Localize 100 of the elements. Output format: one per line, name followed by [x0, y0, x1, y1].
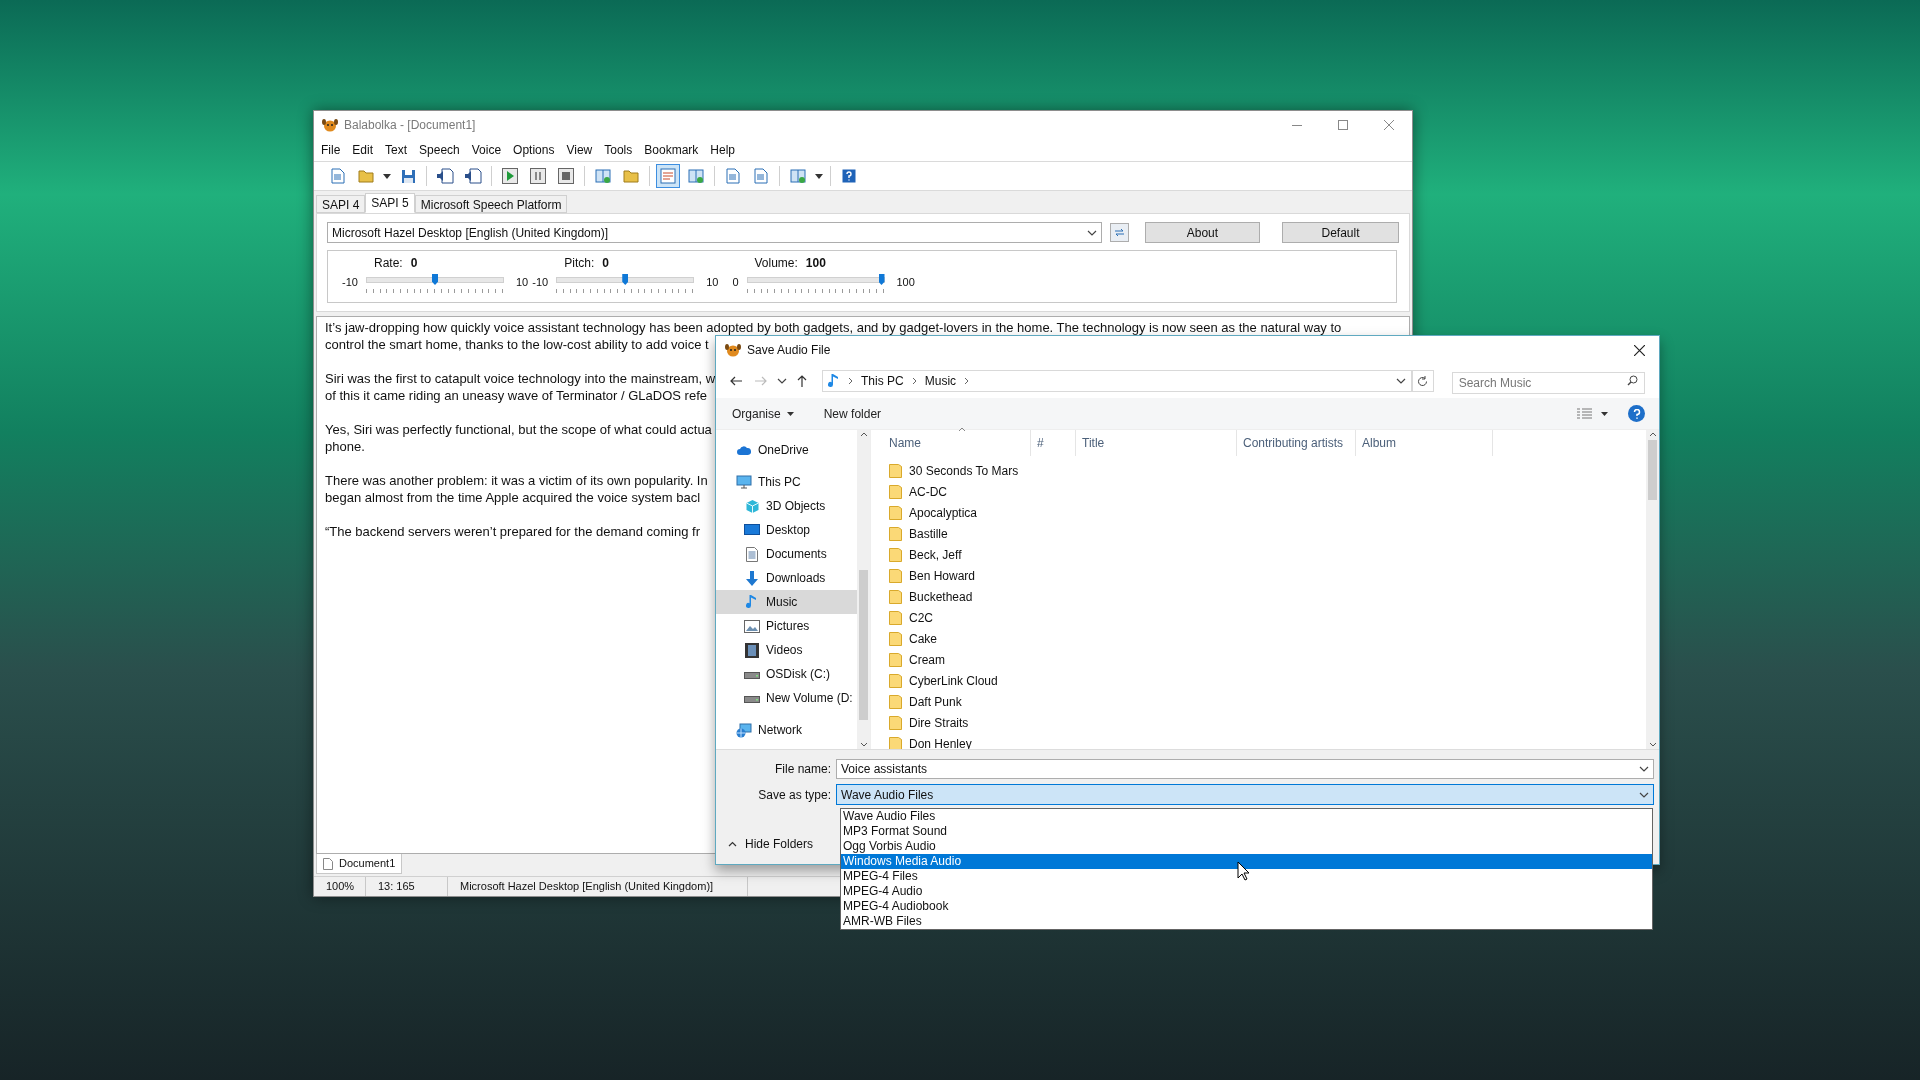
engine-tab[interactable]: SAPI 4 [316, 195, 366, 213]
sidebar-item[interactable]: OSDisk (C:) [716, 662, 857, 686]
folder-row[interactable]: 30 Seconds To Mars [883, 460, 1025, 481]
sidebar-item[interactable]: OneDrive [716, 438, 857, 462]
slider[interactable] [556, 274, 695, 286]
dropdown-option[interactable]: Wave Audio Files [841, 809, 1652, 824]
menu-item[interactable]: File [315, 139, 347, 161]
slider-value: 100 [805, 255, 826, 272]
search-field[interactable]: Search Music [1451, 372, 1645, 394]
sidebar-item[interactable]: 3D Objects [716, 494, 857, 518]
menu-item[interactable]: Options [507, 139, 561, 161]
sidebar-item[interactable]: Desktop [716, 518, 857, 542]
about-button[interactable]: About [1144, 222, 1260, 243]
dropdown-option[interactable]: MPEG-4 Files [841, 869, 1652, 884]
menu-item[interactable]: Voice [465, 139, 508, 161]
dropdown-option[interactable]: AMR-WB Files [841, 914, 1652, 929]
folder-row[interactable]: Dire Straits [883, 712, 975, 733]
stop-icon [558, 168, 574, 184]
breadcrumb-item[interactable]: This PC [861, 372, 904, 390]
menu-item[interactable]: Edit [346, 139, 380, 161]
caret-icon [815, 173, 823, 179]
dropdown-option[interactable]: Windows Media Audio [841, 854, 1652, 869]
toolbar-button[interactable] [656, 164, 680, 188]
dropdown-option[interactable]: MPEG-4 Audio [841, 884, 1652, 899]
folder-row[interactable]: Ben Howard [883, 565, 982, 586]
slider-thumb[interactable] [622, 274, 629, 285]
sidebar-item[interactable]: Documents [716, 542, 857, 566]
scrollbar[interactable] [857, 430, 870, 749]
menu-item[interactable]: View [560, 139, 599, 161]
folder-icon [889, 589, 902, 604]
folder-row[interactable]: Buckethead [883, 586, 979, 607]
chevron-right-icon [911, 377, 917, 385]
drive-icon [744, 669, 760, 679]
folder-row[interactable]: Apocalyptica [883, 502, 984, 523]
folder-row[interactable]: Daft Punk [883, 691, 968, 712]
caret-icon [786, 411, 794, 416]
organise-button[interactable]: Organise [732, 404, 794, 423]
default-button[interactable]: Default [1281, 222, 1399, 243]
up-arrow-icon [797, 375, 808, 387]
sidebar-item[interactable]: Music [716, 590, 857, 614]
text-line: “The backend servers weren’t prepared for the demand coming fr [325, 523, 701, 540]
folder-icon [889, 526, 902, 541]
folder-row[interactable]: C2C [883, 607, 939, 628]
column-header[interactable]: Title [1076, 430, 1237, 456]
desktop-icon [744, 524, 760, 536]
slider[interactable] [746, 274, 885, 286]
document-tab[interactable]: Document1 [316, 854, 403, 874]
scrollbar-thumb[interactable] [1648, 440, 1657, 500]
column-header[interactable]: Album [1356, 430, 1493, 456]
scrollbar-thumb[interactable] [859, 569, 868, 720]
folder-icon [889, 694, 902, 709]
menu-item[interactable]: Bookmark [638, 139, 705, 161]
file-name-field[interactable]: Voice assistants [836, 759, 1654, 779]
sidebar-item[interactable]: Downloads [716, 566, 857, 590]
menu-item[interactable]: Text [379, 139, 414, 161]
engine-tab[interactable]: SAPI 5 [365, 193, 415, 213]
column-header[interactable]: Name [883, 430, 1031, 456]
dropdown-option[interactable]: Ogg Vorbis Audio [841, 839, 1652, 854]
slider-max: 100 [896, 275, 915, 290]
sidebar-item[interactable]: Pictures [716, 614, 857, 638]
new-folder-button[interactable]: New folder [823, 404, 882, 423]
dropdown-option[interactable]: MPEG-4 Audiobook [841, 899, 1652, 914]
voice-dropdown[interactable]: Microsoft Hazel Desktop [English (United Kingdom)] [327, 222, 1103, 243]
minimize-icon [1292, 124, 1302, 126]
sidebar-item[interactable]: Network [716, 718, 857, 742]
scrollbar[interactable] [1646, 430, 1659, 749]
folder-row[interactable]: Cream [883, 649, 951, 670]
sidebar-item[interactable]: This PC [716, 470, 857, 494]
address-bar[interactable]: This PC Music [822, 370, 1413, 392]
dropdown-option[interactable]: MP3 Format Sound [841, 824, 1652, 839]
sidebar-item[interactable]: Videos [716, 638, 857, 662]
details-view-icon [1577, 407, 1593, 420]
chevron-right-icon [848, 377, 854, 385]
slider[interactable] [366, 274, 504, 286]
menu-item[interactable]: Speech [413, 139, 466, 161]
dialog-title: Save Audio File [747, 342, 831, 359]
help-button[interactable] [1628, 405, 1645, 422]
sidebar-item[interactable]: New Volume (D: [716, 686, 857, 710]
folder-row[interactable]: Bastille [883, 523, 954, 544]
slider-max: 10 [516, 275, 529, 290]
text-line: phone. [325, 438, 365, 455]
folder-row[interactable]: CyberLink Cloud [883, 670, 1004, 691]
folder-row[interactable]: Beck, Jeff [883, 544, 968, 565]
view-options-button[interactable] [1577, 407, 1608, 420]
menu-item[interactable]: Help [704, 139, 741, 161]
refresh-button[interactable] [1412, 370, 1434, 392]
engine-tab[interactable]: Microsoft Speech Platform [414, 195, 568, 213]
slider-thumb[interactable] [878, 274, 885, 285]
column-header[interactable]: Contributing artists [1237, 430, 1356, 456]
slider-min: -10 [341, 275, 358, 290]
slider-thumb[interactable] [432, 274, 438, 285]
folder-row[interactable]: Cake [883, 628, 943, 649]
menu-item[interactable]: Tools [598, 139, 639, 161]
breadcrumb-item[interactable]: Music [924, 372, 957, 390]
close-icon [1384, 120, 1394, 130]
folder-icon [889, 505, 902, 520]
column-header[interactable]: # [1031, 430, 1076, 456]
folder-row[interactable]: AC-DC [883, 481, 953, 502]
file-type-dropdown[interactable]: Wave Audio Files [836, 784, 1654, 805]
hide-folders-button[interactable]: Hide Folders [728, 835, 814, 853]
